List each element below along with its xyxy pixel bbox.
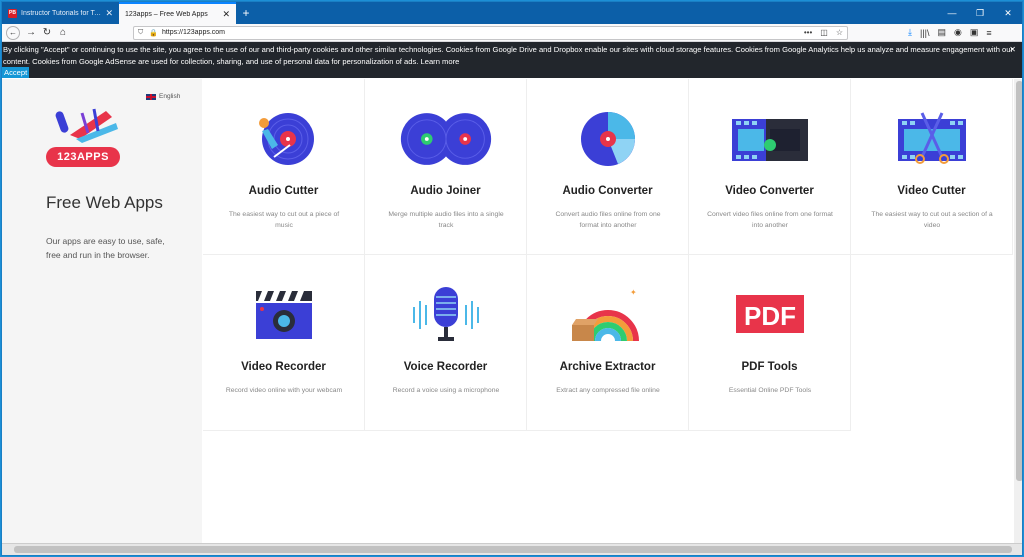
sidebar: English 123APPS Free Web Apps Our apps a…	[2, 79, 202, 545]
reload-icon[interactable]: ↻	[39, 25, 55, 41]
video-recorder-icon	[255, 291, 312, 339]
app-card-video-converter[interactable]: Video Converter Convert video files onli…	[689, 79, 851, 255]
tab-instructor-tutorials[interactable]: PB Instructor Tutorials for Technology ✕	[2, 2, 119, 24]
pdf-tools-icon: PDF	[735, 295, 804, 333]
page-actions-icon[interactable]: •••	[804, 28, 812, 37]
close-tab-icon[interactable]: ✕	[105, 8, 113, 19]
horizontal-scrollbar[interactable]	[2, 543, 1022, 555]
app-title: Voice Recorder	[403, 361, 488, 373]
back-arrow-icon[interactable]: ←	[6, 25, 20, 40]
pb-favicon-icon: PB	[8, 8, 17, 18]
app-card-video-recorder[interactable]: Video Recorder Record video online with …	[203, 255, 365, 431]
horizontal-scroll-thumb[interactable]	[14, 546, 1012, 553]
url-bar[interactable]: ⛉ 🔒 ••• ◫ ☆	[133, 25, 848, 40]
pocket-icon[interactable]: ◫	[820, 28, 828, 37]
logo-text: 123APPS	[46, 147, 120, 167]
app-title: Video Converter	[725, 185, 814, 197]
extension-icon[interactable]: ▣	[970, 27, 979, 38]
app-description: The easiest way to cut out a piece of mu…	[228, 211, 340, 229]
navigation-bar: ← → ↻ ⌂ ⛉ 🔒 ••• ◫ ☆ ⤓ |||\ ▤ ◉ ▣ ≡	[2, 24, 1022, 42]
tab-label: 123apps – Free Web Apps	[125, 10, 208, 18]
empty-cell	[851, 255, 1013, 431]
restore-icon[interactable]: ❐	[966, 2, 994, 24]
app-card-archive-extractor[interactable]: ✦ Archive Extractor Extract any compress…	[527, 255, 689, 431]
logo[interactable]: 123APPS	[46, 105, 122, 167]
accept-button[interactable]: Accept	[2, 67, 30, 78]
account-icon[interactable]: ◉	[954, 27, 962, 38]
app-title: Video Recorder	[241, 361, 326, 373]
close-tab-icon[interactable]: ✕	[222, 9, 230, 20]
cookie-banner: By clicking "Accept" or continuing to us…	[2, 42, 1022, 78]
toolbar: ⤓ |||\ ▤ ◉ ▣ ≡	[908, 27, 992, 38]
new-tab-button[interactable]: +	[236, 2, 256, 24]
audio-converter-icon	[580, 112, 635, 166]
app-description: Convert video files online from one form…	[707, 211, 833, 229]
tab-label: Instructor Tutorials for Technology	[21, 9, 102, 17]
menu-icon[interactable]: ≡	[986, 28, 991, 38]
home-icon[interactable]: ⌂	[55, 25, 71, 41]
audio-cutter-icon	[258, 113, 314, 165]
app-title: Audio Cutter	[248, 185, 319, 197]
app-description: Record a voice using a microphone	[392, 387, 500, 394]
app-title: Audio Joiner	[410, 185, 481, 197]
svg-text:✦: ✦	[630, 288, 637, 297]
window-controls: — ❐ ✕	[938, 2, 1022, 24]
app-description: Extract any compressed file online	[556, 387, 660, 394]
video-converter-icon	[731, 119, 808, 161]
sidebar-icon[interactable]: ▤	[938, 27, 947, 38]
close-banner-icon[interactable]: ✕	[1009, 44, 1016, 56]
shield-icon[interactable]: ⛉	[138, 29, 143, 37]
apps-grid: Audio Cutter The easiest way to cut out …	[203, 79, 1015, 431]
app-description: Convert audio files online from one form…	[555, 211, 661, 229]
logo-tools-icon	[55, 108, 118, 143]
sidebar-description: Our apps are easy to use, safe, free and…	[46, 236, 165, 260]
app-description: The easiest way to cut out a section of …	[871, 211, 993, 229]
browser-window: PB Instructor Tutorials for Technology ✕…	[1, 1, 1023, 556]
app-card-audio-cutter[interactable]: Audio Cutter The easiest way to cut out …	[203, 79, 365, 255]
app-title: PDF Tools	[741, 361, 798, 373]
app-description: Record video online with your webcam	[225, 387, 343, 394]
audio-joiner-icon	[400, 113, 491, 165]
cookie-text: By clicking "Accept" or continuing to us…	[3, 45, 1014, 66]
bookmark-star-icon[interactable]: ☆	[836, 28, 843, 37]
language-label: English	[159, 93, 181, 100]
minimize-icon[interactable]: —	[938, 2, 966, 24]
close-window-icon[interactable]: ✕	[994, 2, 1022, 24]
download-icon[interactable]: ⤓	[908, 27, 912, 38]
forward-arrow-icon[interactable]: →	[23, 25, 39, 41]
page-content: English 123APPS Free Web Apps Our apps a…	[2, 79, 1022, 545]
video-cutter-icon	[897, 112, 966, 164]
app-card-audio-joiner[interactable]: Audio Joiner Merge multiple audio files …	[365, 79, 527, 255]
learn-more-link[interactable]: Learn more	[421, 57, 460, 66]
app-title: Video Cutter	[897, 185, 966, 197]
app-title: Audio Converter	[562, 185, 653, 197]
tab-123apps[interactable]: 123apps – Free Web Apps ✕	[119, 2, 236, 24]
archive-extractor-icon: ✦	[571, 288, 639, 342]
uk-flag-icon	[146, 93, 156, 100]
vertical-scrollbar[interactable]	[1014, 79, 1022, 545]
app-description: Essential Online PDF Tools	[728, 387, 812, 394]
svg-text:PDF: PDF	[744, 301, 796, 331]
app-title: Archive Extractor	[559, 361, 656, 373]
sidebar-title: Free Web Apps	[46, 193, 163, 212]
app-description: Merge multiple audio files into a single…	[388, 211, 504, 229]
lock-icon[interactable]: 🔒	[149, 29, 158, 37]
url-input[interactable]	[161, 29, 804, 36]
library-icon[interactable]: |||\	[920, 28, 930, 38]
tab-bar: PB Instructor Tutorials for Technology ✕…	[2, 2, 1022, 24]
app-card-pdf-tools[interactable]: PDF PDF Tools Essential Online PDF Tools	[689, 255, 851, 431]
app-card-video-cutter[interactable]: Video Cutter The easiest way to cut out …	[851, 79, 1013, 255]
voice-recorder-icon	[412, 287, 479, 341]
language-selector[interactable]: English	[146, 93, 180, 100]
app-card-audio-converter[interactable]: Audio Converter Convert audio files onli…	[527, 79, 689, 255]
app-card-voice-recorder[interactable]: Voice Recorder Record a voice using a mi…	[365, 255, 527, 431]
vertical-scroll-thumb[interactable]	[1016, 81, 1022, 481]
